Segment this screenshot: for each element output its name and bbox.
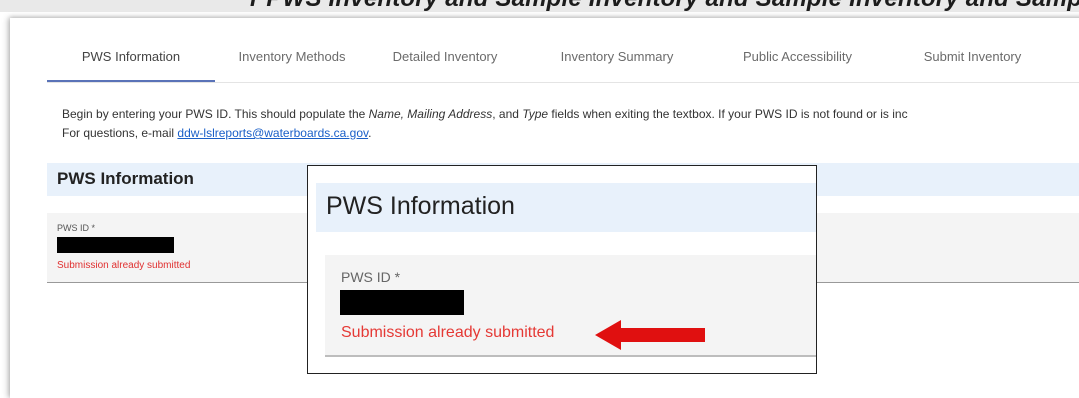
tab-detailed-inventory[interactable]: Detailed Inventory <box>365 46 525 82</box>
intro-italic-fields: Name, Mailing Address <box>368 107 493 121</box>
callout-pws-id-field: PWS ID * Submission already submitted <box>325 255 816 357</box>
red-arrow-icon <box>595 320 705 350</box>
intro-text-part: For questions, e-mail <box>62 126 178 140</box>
top-heading-strip: r PWS Inventory and Sample Inventory and… <box>0 0 1079 12</box>
intro-text-part: . <box>368 126 372 140</box>
intro-italic-type: Type <box>522 107 549 121</box>
intro-text-part: , and <box>492 107 523 121</box>
intro-text-part: Begin by entering your PWS ID. This shou… <box>62 107 369 121</box>
top-heading-text: r PWS Inventory and Sample Inventory and… <box>250 0 1079 12</box>
tabs-divider <box>47 82 1079 83</box>
zoom-callout: PWS Information PWS ID * Submission alre… <box>307 165 817 374</box>
tab-submit-inventory[interactable]: Submit Inventory <box>895 46 1050 82</box>
tab-inventory-summary[interactable]: Inventory Summary <box>537 46 697 82</box>
tab-inventory-methods[interactable]: Inventory Methods <box>222 46 362 82</box>
callout-section-header: PWS Information <box>316 183 816 232</box>
pws-id-redacted-value[interactable] <box>57 237 174 253</box>
email-link[interactable]: ddw-lslreports@waterboards.ca.gov <box>177 126 368 140</box>
intro-line-1: Begin by entering your PWS ID. This shou… <box>62 105 908 124</box>
callout-section-title: PWS Information <box>326 192 515 220</box>
pws-id-error: Submission already submitted <box>57 260 191 271</box>
tab-pws-information[interactable]: PWS Information <box>47 46 215 82</box>
callout-error-message: Submission already submitted <box>341 324 555 341</box>
section-title: PWS Information <box>57 169 194 188</box>
intro-text: Begin by entering your PWS ID. This shou… <box>62 105 908 143</box>
intro-line-2: For questions, e-mail ddw-lslreports@wat… <box>62 124 908 143</box>
callout-pws-id-label: PWS ID * <box>341 269 401 285</box>
callout-redacted-value <box>340 290 464 315</box>
pws-id-label: PWS ID * <box>57 223 96 233</box>
intro-text-part: fields when exiting the textbox. If your… <box>548 107 908 121</box>
tab-public-accessibility[interactable]: Public Accessibility <box>715 46 880 82</box>
